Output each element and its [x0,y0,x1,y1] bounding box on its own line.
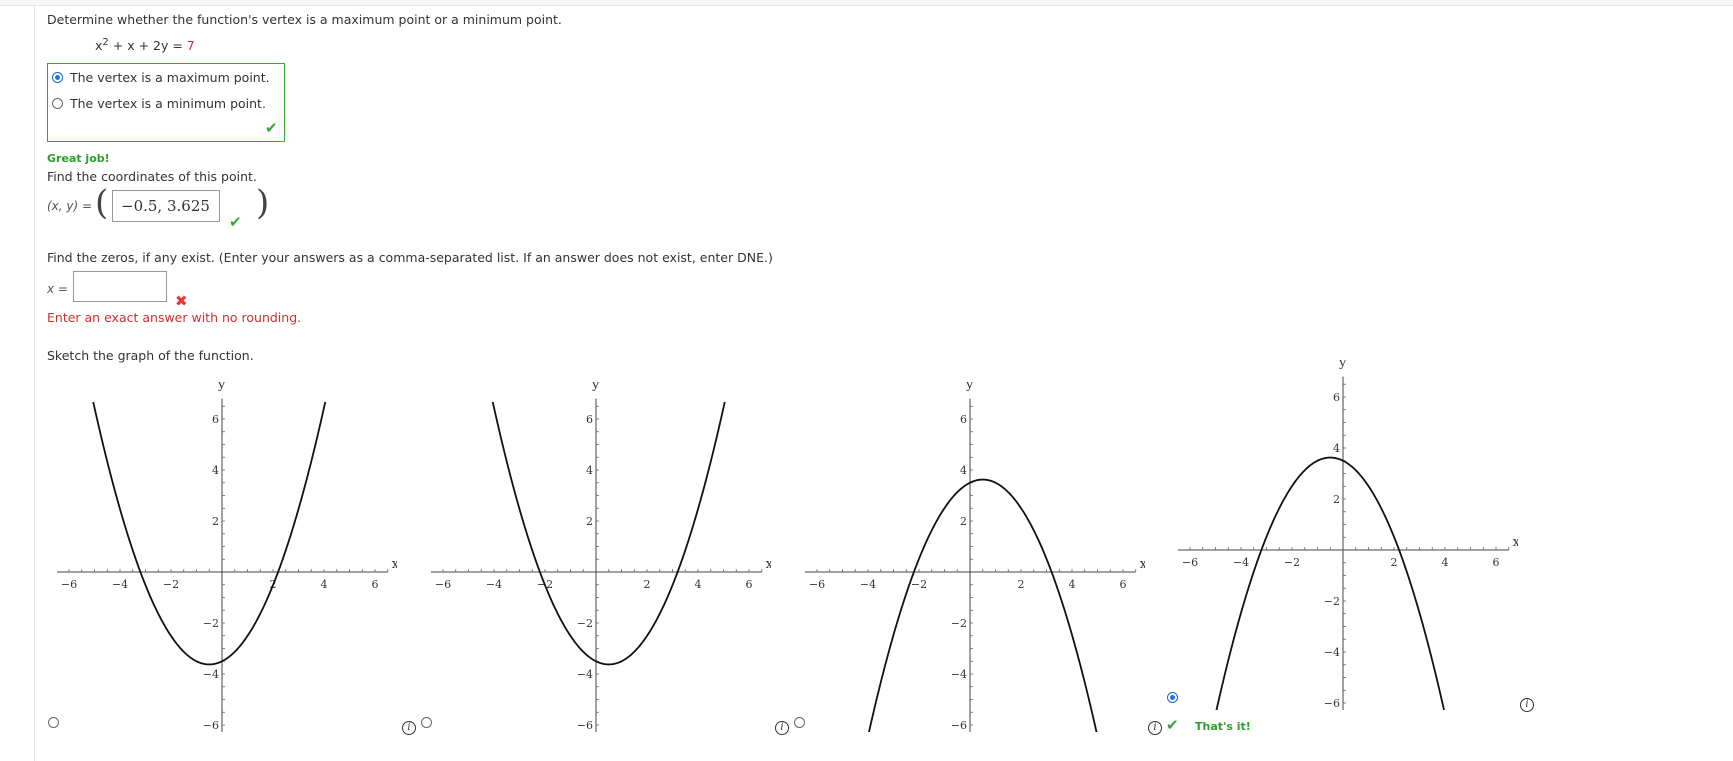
graph-option-2[interactable]: −6 −4 −2 2 4 6642−2−4−6xy [431,382,771,732]
y-tick-label: −6 [1324,697,1340,710]
choice-minimum[interactable]: The vertex is a minimum point. [52,96,266,111]
parabola-curve [868,478,1098,732]
eq-rest: + x + 2y = [108,38,187,54]
zeros-question: Find the zeros, if any exist. (Enter you… [47,250,773,265]
y-tick-label: 4 [212,464,219,477]
y-tick-label: 2 [212,515,219,528]
radio-minimum[interactable] [52,98,63,109]
x-tick-label: 4 [321,578,328,591]
eq-rhs: 7 [186,38,195,54]
zeros-error-message: Enter an exact answer with no rounding. [47,310,302,325]
y-tick-label: 6 [212,413,219,426]
vertex-question: Determine whether the function's vertex … [47,12,562,27]
y-tick-label: −4 [951,668,967,681]
y-axis-label: y [591,382,600,392]
incorrect-x-icon: ✖ [175,292,188,310]
x-tick-label: 6 [372,578,379,591]
coordinates-question: Find the coordinates of this point. [47,169,257,184]
y-tick-label: −4 [203,668,219,681]
feedback-thats-it: That's it! [1195,720,1251,733]
graph-option-4[interactable]: −6 −4 −2 2 4 6 6 4 2 −2 −4 −6 x y [1178,360,1518,710]
y-tick-label: −2 [577,617,593,630]
y-tick-label: 2 [1333,493,1340,506]
coordinates-input[interactable]: −0.5, 3.625 [112,190,220,222]
y-axis-label: y [1338,360,1347,370]
x-tick-label: 6 [1493,556,1500,569]
y-tick-label: 4 [1333,442,1340,455]
y-tick-label: 4 [960,464,967,477]
x-axis-label: x [392,557,397,572]
info-icon[interactable]: i [402,721,416,735]
top-bar [0,0,1733,6]
x-tick-label: 2 [1391,556,1398,569]
graph-option-1[interactable]: −6 −4 −2 2 4 6642−2−4−6xy [57,382,397,732]
info-icon[interactable]: i [775,721,789,735]
x-tick-label: −4 [860,578,876,591]
left-rule [34,6,35,761]
y-tick-label: 2 [586,515,593,528]
y-tick-label: 6 [960,413,967,426]
x-tick-label: −6 [809,578,825,591]
x-axis-label: x [1140,557,1145,572]
feedback-great-job: Great job! [47,152,110,165]
y-tick-label: 6 [586,413,593,426]
x-axis-label: x [1513,535,1518,550]
x-tick-label: 4 [1442,556,1449,569]
info-icon[interactable]: i [1520,698,1534,712]
choice-maximum[interactable]: The vertex is a maximum point. [52,70,270,85]
function-equation: x2 + x + 2y = 7 [95,37,195,53]
y-tick-label: −2 [951,617,967,630]
x-tick-label: 6 [746,578,753,591]
x-tick-label: −4 [112,578,128,591]
y-tick-label: 6 [1333,391,1340,404]
y-tick-label: −6 [203,719,219,732]
x-tick-label: 4 [1069,578,1076,591]
choice-maximum-label: The vertex is a maximum point. [70,70,270,85]
y-axis-label: y [965,382,974,392]
coordinates-label: (x, y) = [47,199,93,213]
y-tick-label: −2 [1324,595,1340,608]
radio-maximum[interactable] [52,72,63,83]
choice-minimum-label: The vertex is a minimum point. [70,96,266,111]
graph-radio-4[interactable] [1167,692,1178,703]
vertex-choice-group: The vertex is a maximum point. The verte… [47,63,285,142]
info-icon[interactable]: i [1148,721,1162,735]
coordinates-check-icon: ✔ [229,213,242,231]
close-paren: ) [256,183,270,223]
zeros-input[interactable] [73,271,167,302]
graph-radio-3[interactable] [794,717,805,728]
y-axis-label: y [217,382,226,392]
x-tick-label: −4 [486,578,502,591]
x-tick-label: −6 [61,578,77,591]
graph-radio-1[interactable] [48,717,59,728]
zeros-label: x = [47,282,68,296]
parabola-curve [491,401,726,666]
open-paren: ( [95,183,109,223]
y-tick-label: 2 [960,515,967,528]
x-tick-label: −6 [435,578,451,591]
y-tick-label: −6 [951,719,967,732]
x-tick-label: 2 [644,578,651,591]
x-tick-label: −2 [163,578,179,591]
graph-option-3[interactable]: −6 −4 −2 2 4 6 6 4 2 −2 −4 −6 x y [805,382,1145,732]
x-tick-label: 6 [1120,578,1127,591]
graph-radio-2[interactable] [421,717,432,728]
x-tick-label: −6 [1182,556,1198,569]
correct-check-icon: ✔ [265,119,278,137]
y-tick-label: −4 [577,668,593,681]
y-tick-label: −6 [577,719,593,732]
parabola-curve [1215,456,1445,710]
graph-check-icon: ✔ [1166,716,1179,734]
y-tick-label: 4 [586,464,593,477]
y-tick-label: −4 [1324,646,1340,659]
x-tick-label: 2 [1018,578,1025,591]
x-tick-label: −4 [1233,556,1249,569]
x-axis-label: x [766,557,771,572]
x-tick-label: 4 [695,578,702,591]
y-tick-label: −2 [203,617,219,630]
x-tick-label: −2 [1284,556,1300,569]
x-tick-label: −2 [911,578,927,591]
sketch-question: Sketch the graph of the function. [47,348,254,363]
